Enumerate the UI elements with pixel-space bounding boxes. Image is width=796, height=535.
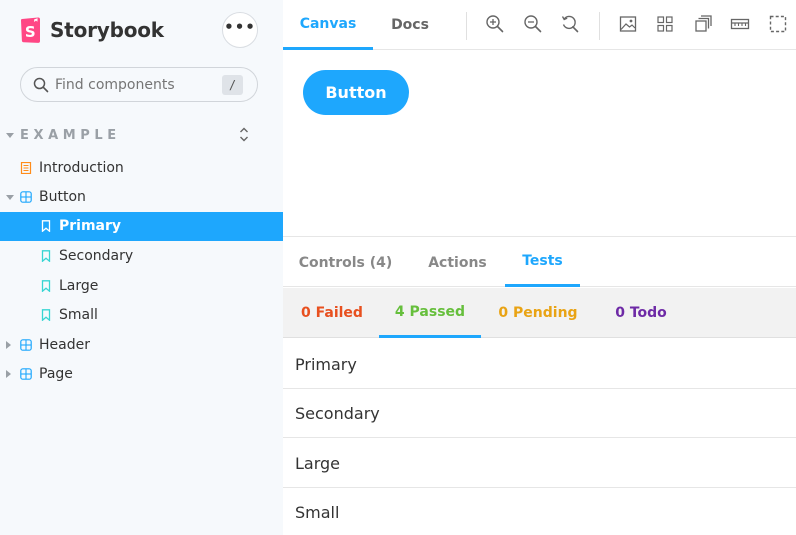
main-panel: Canvas Docs Button Controls (4) Actions … [283,0,796,535]
sidebar-item-label: Secondary [59,248,134,264]
toolbar: Canvas Docs [283,0,796,50]
toolbar-divider [599,12,600,40]
sidebar-item-small[interactable]: Small [0,301,283,330]
measure-icon[interactable] [730,14,750,34]
test-status-filters: 0 Failed 4 Passed 0 Pending 0 Todo [283,288,796,338]
zoom-out-icon[interactable] [523,14,543,34]
tab-tests[interactable]: Tests [505,238,580,287]
toolbar-divider [466,12,467,40]
tab-controls[interactable]: Controls (4) [283,238,408,287]
filter-failed[interactable]: 0 Failed [288,288,376,338]
bookmark-icon [41,280,51,292]
grid-icon[interactable] [655,14,675,34]
sidebar-item-header[interactable]: Header [0,331,283,360]
sidebar-item-label: Button [39,189,86,205]
caret-right-icon [6,341,11,349]
caret-right-icon [6,370,11,378]
test-result-row[interactable]: Large [283,439,796,488]
bookmark-icon [41,250,51,262]
sidebar-item-label: Page [39,366,73,382]
outline-icon[interactable] [768,14,788,34]
sidebar-item-secondary[interactable]: Secondary [0,242,283,271]
zoom-reset-icon[interactable] [560,14,580,34]
sidebar-item-label: Small [59,307,98,323]
sidebar-item-large[interactable]: Large [0,272,283,301]
sidebar-item-page[interactable]: Page [0,360,283,389]
caret-down-icon [6,133,14,138]
filter-todo[interactable]: 0 Todo [601,288,681,338]
background-icon[interactable] [618,14,638,34]
test-result-row[interactable]: Secondary [283,389,796,438]
sidebar-item-introduction[interactable]: Introduction [0,154,283,183]
caret-down-icon [6,195,14,200]
section-title: EXAMPLE [20,128,121,143]
test-result-row[interactable]: Primary [283,340,796,389]
sidebar-item-label: Primary [59,218,122,234]
bookmark-icon [41,309,51,321]
addon-panel-tabs: Controls (4) Actions Tests [283,238,796,287]
tab-canvas[interactable]: Canvas [283,0,373,50]
test-result-row[interactable]: Small [283,488,796,535]
sidebar: S Storybook ••• / EXAMPLE Introduction [0,0,283,535]
search-icon [33,77,49,92]
brand[interactable]: S Storybook [20,15,164,45]
tab-actions[interactable]: Actions [412,238,503,287]
search-input[interactable] [55,76,215,93]
bookmark-icon [41,220,51,232]
sidebar-item-label: Header [39,337,90,353]
filter-pending[interactable]: 0 Pending [488,288,588,338]
component-icon [20,191,32,203]
section-example[interactable]: EXAMPLE [0,124,283,148]
preview-primary-button[interactable]: Button [303,70,409,115]
component-icon [20,339,32,351]
filter-passed[interactable]: 4 Passed [379,288,481,338]
app-name: Storybook [50,18,164,42]
sidebar-item-primary[interactable]: Primary [0,212,283,241]
menu-button[interactable]: ••• [222,12,258,48]
search-shortcut-key: / [222,75,243,95]
tab-docs[interactable]: Docs [373,0,447,50]
canvas-preview: Button [283,51,796,237]
document-icon [20,162,32,174]
component-icon [20,368,32,380]
storybook-logo-icon: S [20,17,40,43]
zoom-in-icon[interactable] [485,14,505,34]
svg-text:S: S [25,23,36,41]
sidebar-item-label: Large [59,278,99,294]
sidebar-item-label: Introduction [39,160,124,176]
viewport-icon[interactable] [693,14,713,34]
sidebar-item-button[interactable]: Button [0,183,283,212]
more-icon: ••• [224,18,256,36]
search-box[interactable]: / [20,67,258,102]
expand-collapse-icon[interactable] [237,124,251,146]
